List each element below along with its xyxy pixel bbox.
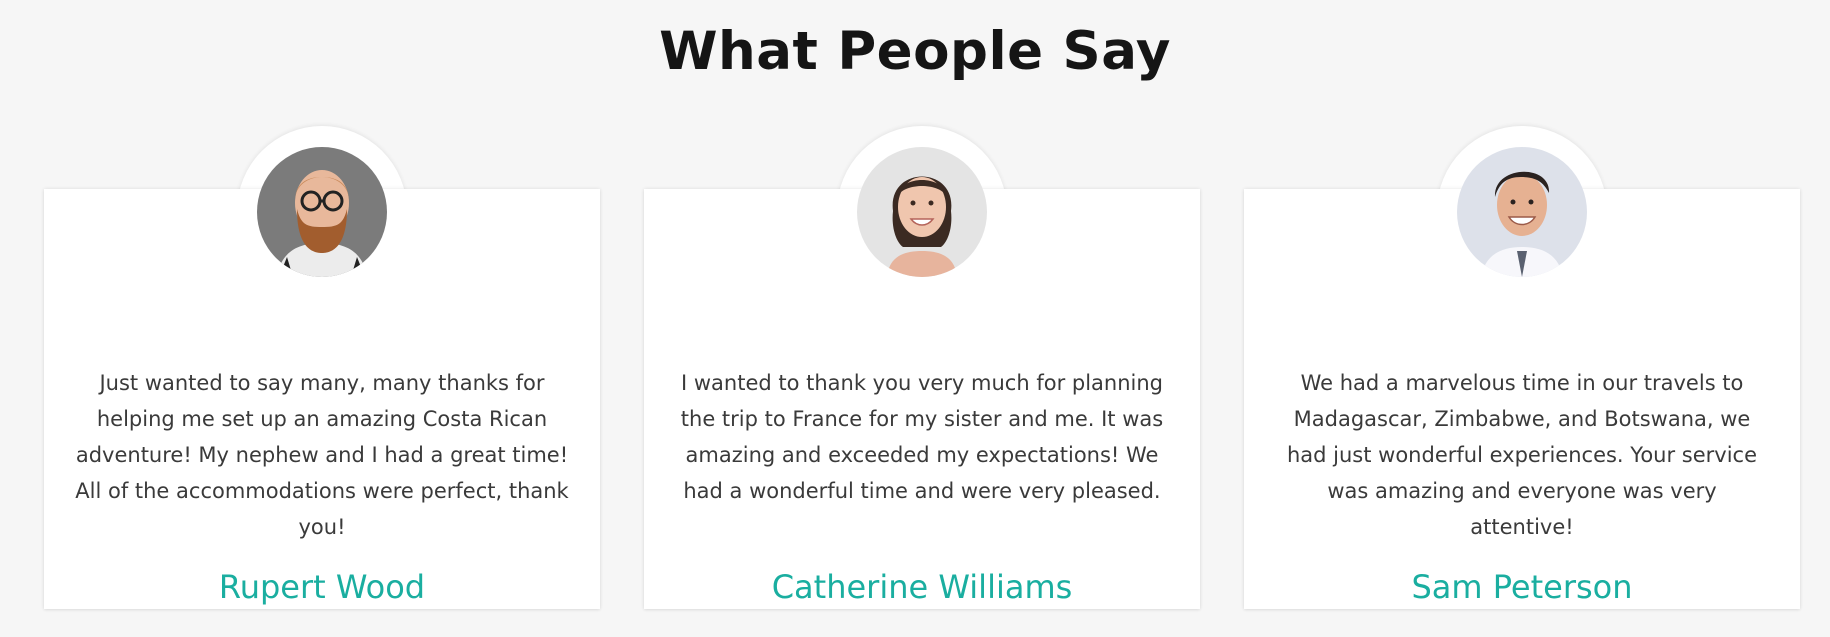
- avatar-bearded-man-glasses-icon: [257, 147, 387, 277]
- avatar-smiling-man-icon: [1457, 147, 1587, 277]
- testimonial-card: Just wanted to say many, many thanks for…: [44, 126, 600, 609]
- testimonial-quote: I wanted to thank you very much for plan…: [680, 371, 1164, 503]
- testimonials-list: Just wanted to say many, many thanks for…: [0, 0, 1830, 637]
- avatar: [1457, 147, 1587, 277]
- testimonial-card: We had a marvelous time in our travels t…: [1244, 126, 1800, 609]
- testimonial-author: Catherine Williams: [771, 568, 1073, 606]
- avatar: [257, 147, 387, 277]
- avatar: [857, 147, 987, 277]
- testimonial-quote: Just wanted to say many, many thanks for…: [75, 371, 569, 539]
- testimonial-card: I wanted to thank you very much for plan…: [644, 126, 1200, 609]
- avatar-smiling-woman-icon: [857, 147, 987, 277]
- testimonial-author: Rupert Wood: [218, 568, 426, 606]
- testimonial-quote: We had a marvelous time in our travels t…: [1286, 371, 1758, 539]
- testimonial-author: Sam Peterson: [1411, 568, 1633, 606]
